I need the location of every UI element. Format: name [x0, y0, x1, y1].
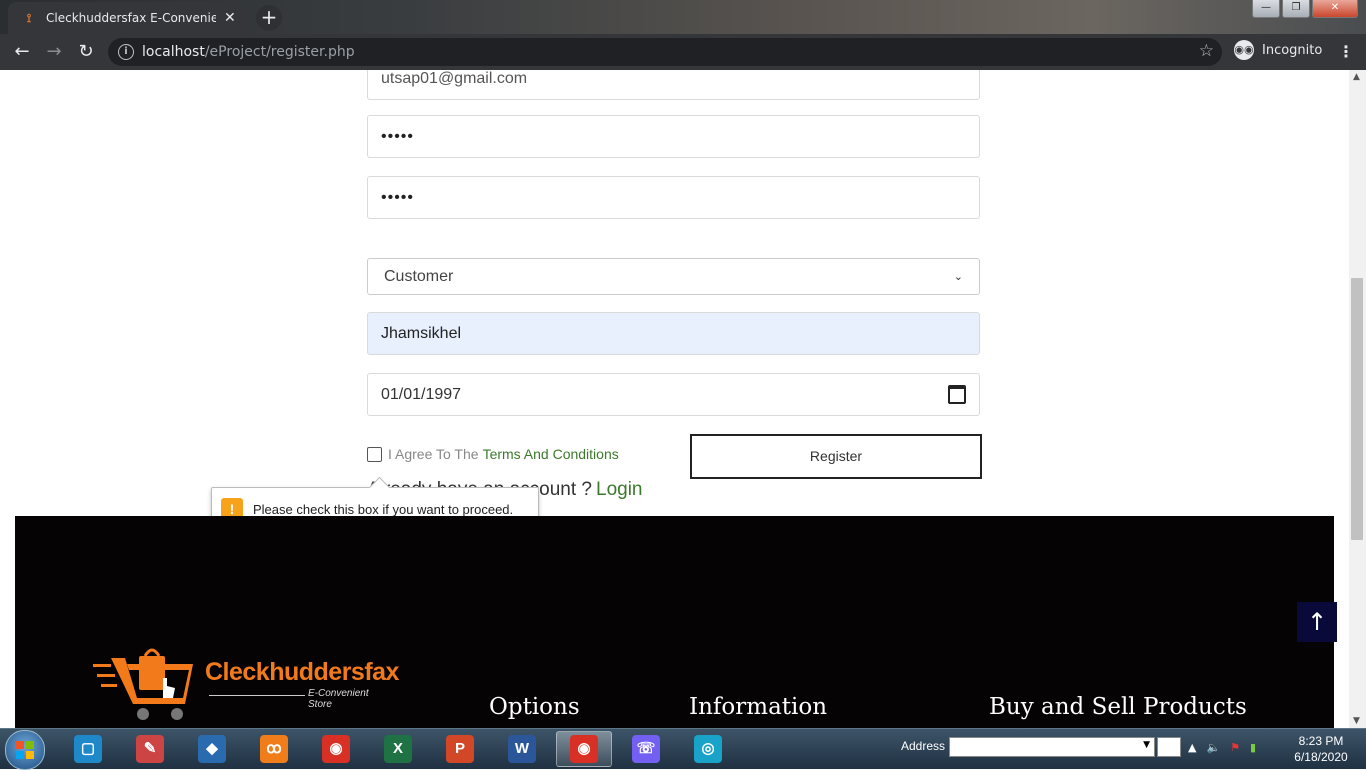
role-selected-value: Customer [384, 267, 454, 285]
clock-time: 8:23 PM [1298, 734, 1344, 748]
incognito-indicator[interactable]: ◉◉ Incognito [1234, 40, 1322, 60]
chevron-down-icon: ⌄ [953, 271, 963, 283]
taskbar-app-xampp[interactable]: ꝏ [246, 731, 302, 767]
system-tray: ▲ 🔈 ⚑ ▮ [1188, 741, 1256, 754]
register-button[interactable]: Register [690, 434, 982, 479]
taskbar-app-excel[interactable]: X [370, 731, 426, 767]
shopping-cart-logo-icon [93, 648, 193, 720]
eye-app-icon: ◎ [694, 735, 722, 763]
word-icon: W [508, 735, 536, 763]
taskbar-app-viber[interactable]: ☏ [618, 731, 674, 767]
password-value: ••••• [381, 127, 415, 145]
agree-text: I Agree To The [388, 446, 479, 462]
browser-menu-icon[interactable]: ⋮ [1338, 42, 1354, 61]
taskbar-app-powerpoint[interactable]: P [432, 731, 488, 767]
login-link[interactable]: Login [596, 479, 643, 500]
back-to-top-button[interactable]: ↑ [1297, 602, 1337, 642]
browser-toolbar: ← → ↻ i localhost/eProject/register.php … [0, 34, 1366, 70]
taskbar-app-eye-app[interactable]: ◎ [680, 731, 736, 767]
footer-heading-options: Options [489, 694, 580, 720]
taskbar-app-chrome[interactable]: ◉ [308, 731, 364, 767]
confirm-password-field[interactable]: ••••• [367, 176, 980, 219]
taskbar-app-paint[interactable]: ✎ [122, 731, 178, 767]
chrome-active-icon: ◉ [570, 735, 598, 763]
network-icon[interactable]: ▮ [1250, 741, 1256, 754]
footer-brand-name: Cleckhuddersfax [205, 658, 399, 686]
viber-icon: ☏ [632, 735, 660, 763]
close-window-button[interactable]: ✕ [1312, 0, 1358, 18]
address-bar[interactable]: i localhost/eProject/register.php ☆ [108, 38, 1222, 66]
role-select[interactable]: Customer ⌄ [367, 258, 980, 295]
scroll-up-icon[interactable]: ▲ [1353, 72, 1360, 82]
dob-field[interactable]: 01/01/1997 [367, 373, 980, 416]
browser-tab[interactable]: ⟟ Cleckhuddersfax E-Convenient Store ✕ [8, 2, 248, 34]
excel-icon: X [384, 735, 412, 763]
xampp-icon: ꝏ [260, 735, 288, 763]
tab-close-icon[interactable]: ✕ [224, 10, 236, 26]
tray-expand-icon[interactable]: ▲ [1188, 741, 1196, 754]
calendar-icon[interactable] [948, 385, 966, 404]
terms-agreement: I Agree To The Terms And Conditions [367, 446, 619, 462]
window-controls: — ❐ ✕ [1250, 0, 1358, 18]
address-value: Jhamsikhel [381, 324, 462, 342]
footer-brand-tagline: E-Convenient Store [308, 688, 369, 710]
scroll-down-icon[interactable]: ▼ [1353, 716, 1360, 726]
taskbar-app-word[interactable]: W [494, 731, 550, 767]
taskbar-app-virtualbox[interactable]: ◆ [184, 731, 240, 767]
site-info-icon[interactable]: i [118, 44, 134, 60]
password-field[interactable]: ••••• [367, 115, 980, 158]
minimize-button[interactable]: — [1252, 0, 1280, 18]
reload-icon[interactable]: ↻ [74, 40, 98, 64]
url-text: localhost/eProject/register.php [142, 44, 355, 60]
windows-taskbar: ▢ ✎ ◆ ꝏ ◉ X P W ◉ ☏ ◎ Address ▼ ▲ 🔈 ⚑ ▮ 8:23 PM 6/… [0, 728, 1366, 770]
address-field[interactable]: Jhamsikhel [367, 312, 980, 355]
chrome-icon: ◉ [322, 735, 350, 763]
new-tab-button[interactable]: + [256, 5, 282, 31]
address-toolbar-input[interactable]: ▼ [949, 737, 1155, 757]
taskbar-app-chrome-active[interactable]: ◉ [556, 731, 612, 767]
volume-icon[interactable]: 🔈 [1206, 741, 1220, 754]
chevron-down-icon[interactable]: ▼ [1143, 740, 1150, 750]
file-explorer-icon: ▢ [74, 735, 102, 763]
incognito-icon: ◉◉ [1234, 40, 1254, 60]
browser-tabstrip: ⟟ Cleckhuddersfax E-Convenient Store ✕ +… [0, 0, 1366, 34]
email-value: utsap01@gmail.com [381, 70, 528, 87]
virtualbox-icon: ◆ [198, 735, 226, 763]
incognito-label: Incognito [1262, 42, 1323, 58]
terms-checkbox[interactable] [367, 446, 382, 462]
footer-logo[interactable]: Cleckhuddersfax E-Convenient Store [93, 646, 399, 726]
page-scrollbar[interactable]: ▲ ▼ [1349, 70, 1366, 728]
site-footer: ↑ Cleckhuddersfax E-Convenient Store Opt… [15, 516, 1337, 728]
scrollbar-thumb[interactable] [1351, 278, 1363, 540]
address-toolbar-label: Address [901, 739, 946, 753]
powerpoint-icon: P [446, 735, 474, 763]
paint-icon: ✎ [136, 735, 164, 763]
validation-message: Please check this box if you want to pro… [253, 501, 514, 517]
url-host: localhost [142, 44, 205, 60]
url-path: /eProject/register.php [204, 44, 355, 60]
maximize-button[interactable]: ❐ [1282, 0, 1310, 18]
footer-heading-buy-sell: Buy and Sell Products [989, 694, 1247, 720]
back-arrow-icon[interactable]: ← [10, 40, 34, 64]
bookmark-star-icon[interactable]: ☆ [1199, 41, 1214, 61]
terms-link[interactable]: Terms And Conditions [483, 446, 619, 462]
brand-divider [209, 695, 305, 696]
page-content: utsap01@gmail.com ••••• ••••• Customer ⌄… [0, 70, 1349, 728]
confirm-password-value: ••••• [381, 188, 415, 206]
footer-heading-information: Information [689, 694, 828, 720]
security-alert-icon[interactable]: ⚑ [1230, 741, 1240, 754]
windows-logo-icon [16, 741, 34, 759]
site-favicon-icon: ⟟ [26, 10, 32, 25]
start-button[interactable] [5, 730, 45, 770]
tab-title: Cleckhuddersfax E-Convenient Store [46, 11, 216, 25]
forward-arrow-icon[interactable]: → [42, 40, 66, 64]
address-go-box[interactable] [1157, 737, 1181, 757]
dob-value: 01/01/1997 [381, 385, 462, 403]
email-field[interactable]: utsap01@gmail.com [367, 70, 980, 100]
taskbar-clock[interactable]: 8:23 PM 6/18/2020 [1284, 733, 1358, 765]
taskbar-app-file-explorer[interactable]: ▢ [60, 731, 116, 767]
clock-date: 6/18/2020 [1294, 750, 1348, 764]
